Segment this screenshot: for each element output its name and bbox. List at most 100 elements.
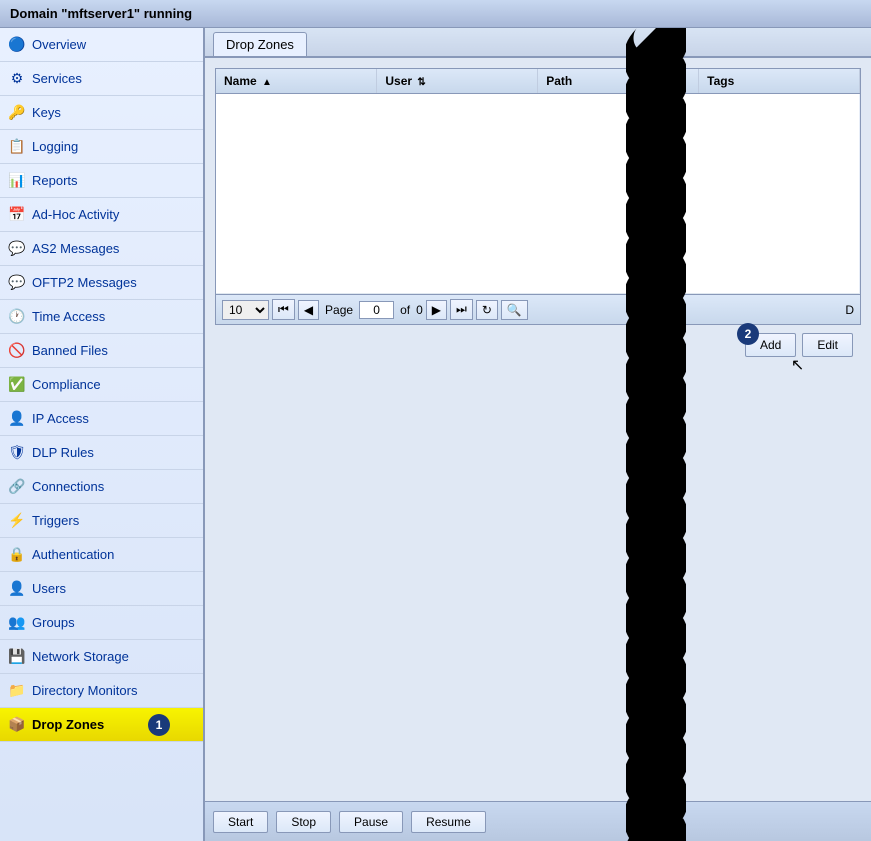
stop-button[interactable]: Stop: [276, 811, 331, 833]
d-label: D: [845, 303, 854, 317]
users-icon: 👤: [8, 580, 26, 598]
actions-bar: 2 Add ↖ Edit: [215, 325, 861, 365]
sort-arrow-name: ▲: [262, 77, 272, 88]
reports-icon: 📊: [8, 172, 26, 190]
logging-icon: 📋: [8, 138, 26, 156]
sidebar-label-dropzones: Drop Zones: [32, 717, 104, 732]
sidebar-item-networkstorage[interactable]: 💾 Network Storage: [0, 640, 203, 674]
directorymonitors-icon: 📁: [8, 682, 26, 700]
start-button[interactable]: Start: [213, 811, 268, 833]
title-text: Domain "mftserver1" running: [10, 6, 192, 21]
triggers-icon: ⚡: [8, 512, 26, 530]
sidebar-label-services: Services: [32, 71, 82, 86]
sidebar-item-logging[interactable]: 📋 Logging: [0, 130, 203, 164]
step-badge-1: 1: [148, 714, 170, 736]
sidebar-label-logging: Logging: [32, 139, 78, 154]
dropzones-icon: 📦: [8, 716, 26, 734]
sidebar-label-reports: Reports: [32, 173, 78, 188]
col-name[interactable]: Name ▲: [216, 69, 377, 94]
pause-button[interactable]: Pause: [339, 811, 403, 833]
zoom-btn[interactable]: 🔍: [501, 300, 528, 320]
sort-arrow-user: ⇅: [417, 77, 425, 88]
next-page-btn[interactable]: ▶: [426, 300, 447, 320]
data-table: Name ▲ User ⇅ Path: [216, 69, 860, 294]
bannedfiles-icon: 🚫: [8, 342, 26, 360]
timeaccess-icon: 🕐: [8, 308, 26, 326]
sidebar-label-directorymonitors: Directory Monitors: [32, 683, 137, 698]
sidebar-item-triggers[interactable]: ⚡ Triggers: [0, 504, 203, 538]
tab-dropzones[interactable]: Drop Zones: [213, 32, 307, 56]
tab-dropzones-label: Drop Zones: [226, 37, 294, 52]
sidebar-item-services[interactable]: ⚙ Services: [0, 62, 203, 96]
authentication-icon: 🔒: [8, 546, 26, 564]
add-btn-wrapper: 2 Add ↖: [745, 333, 796, 357]
first-page-btn[interactable]: ⏮: [272, 299, 295, 320]
sidebar-item-groups[interactable]: 👥 Groups: [0, 606, 203, 640]
sidebar-label-adhoc: Ad-Hoc Activity: [32, 207, 119, 222]
connections-icon: 🔗: [8, 478, 26, 496]
empty-row: [216, 94, 860, 294]
ipaccess-icon: 👤: [8, 410, 26, 428]
sidebar-label-dlp: DLP Rules: [32, 445, 94, 460]
page-input[interactable]: [359, 301, 394, 319]
services-icon: ⚙: [8, 70, 26, 88]
sidebar-label-groups: Groups: [32, 615, 75, 630]
sidebar-label-oftp2: OFTP2 Messages: [32, 275, 137, 290]
edit-button[interactable]: Edit: [802, 333, 853, 357]
oftp2-icon: 💬: [8, 274, 26, 292]
sidebar-item-directorymonitors[interactable]: 📁 Directory Monitors: [0, 674, 203, 708]
sidebar-label-ipaccess: IP Access: [32, 411, 89, 426]
sidebar-label-timeaccess: Time Access: [32, 309, 105, 324]
cursor-icon: ↖: [791, 355, 804, 375]
sidebar-item-dropzones[interactable]: 📦 Drop Zones 1: [0, 708, 203, 742]
pagination-bar: 10 25 50 100 ⏮ ◀ Page of 0 ▶ ⏭ ↻: [216, 294, 860, 324]
sidebar-label-authentication: Authentication: [32, 547, 114, 562]
resume-button[interactable]: Resume: [411, 811, 486, 833]
dlp-icon: 🛡: [8, 444, 26, 462]
sidebar-item-dlp[interactable]: 🛡 DLP Rules: [0, 436, 203, 470]
as2-icon: 💬: [8, 240, 26, 258]
sidebar-label-keys: Keys: [32, 105, 61, 120]
sidebar-item-authentication[interactable]: 🔒 Authentication: [0, 538, 203, 572]
step-badge-2: 2: [737, 323, 759, 345]
prev-page-btn[interactable]: ◀: [298, 300, 319, 320]
sidebar-label-triggers: Triggers: [32, 513, 79, 528]
refresh-btn[interactable]: ↻: [476, 300, 498, 320]
title-bar: Domain "mftserver1" running: [0, 0, 871, 28]
sidebar-item-compliance[interactable]: ✅ Compliance: [0, 368, 203, 402]
col-tags: Tags: [699, 69, 860, 94]
overview-icon: 🔵: [8, 36, 26, 54]
page-label: Page: [325, 303, 353, 317]
sidebar-item-connections[interactable]: 🔗 Connections: [0, 470, 203, 504]
sidebar-label-users: Users: [32, 581, 66, 596]
sidebar-item-reports[interactable]: 📊 Reports: [0, 164, 203, 198]
tab-bar: Drop Zones: [205, 28, 871, 58]
of-label: of: [400, 303, 410, 317]
sidebar-item-adhoc[interactable]: 📅 Ad-Hoc Activity: [0, 198, 203, 232]
sidebar-item-as2[interactable]: 💬 AS2 Messages: [0, 232, 203, 266]
sidebar-label-as2: AS2 Messages: [32, 241, 119, 256]
col-path: Path: [538, 69, 699, 94]
adhoc-icon: 📅: [8, 206, 26, 224]
groups-icon: 👥: [8, 614, 26, 632]
sidebar-item-keys[interactable]: 🔑 Keys: [0, 96, 203, 130]
empty-cell: [216, 94, 860, 294]
sidebar-item-bannedfiles[interactable]: 🚫 Banned Files: [0, 334, 203, 368]
sidebar-item-ipaccess[interactable]: 👤 IP Access: [0, 402, 203, 436]
last-page-btn[interactable]: ⏭: [450, 299, 473, 320]
sidebar-item-overview[interactable]: 🔵 Overview: [0, 28, 203, 62]
total-pages: 0: [416, 303, 423, 317]
sidebar-item-oftp2[interactable]: 💬 OFTP2 Messages: [0, 266, 203, 300]
sidebar-item-users[interactable]: 👤 Users: [0, 572, 203, 606]
sidebar-item-timeaccess[interactable]: 🕐 Time Access: [0, 300, 203, 334]
sidebar-label-compliance: Compliance: [32, 377, 101, 392]
keys-icon: 🔑: [8, 104, 26, 122]
sidebar-label-connections: Connections: [32, 479, 104, 494]
per-page-select[interactable]: 10 25 50 100: [222, 300, 269, 320]
sidebar: 🔵 Overview ⚙ Services 🔑 Keys 📋 Logging 📊…: [0, 28, 204, 841]
data-table-container: Name ▲ User ⇅ Path: [215, 68, 861, 325]
sidebar-label-networkstorage: Network Storage: [32, 649, 129, 664]
compliance-icon: ✅: [8, 376, 26, 394]
networkstorage-icon: 💾: [8, 648, 26, 666]
col-user[interactable]: User ⇅: [377, 69, 538, 94]
